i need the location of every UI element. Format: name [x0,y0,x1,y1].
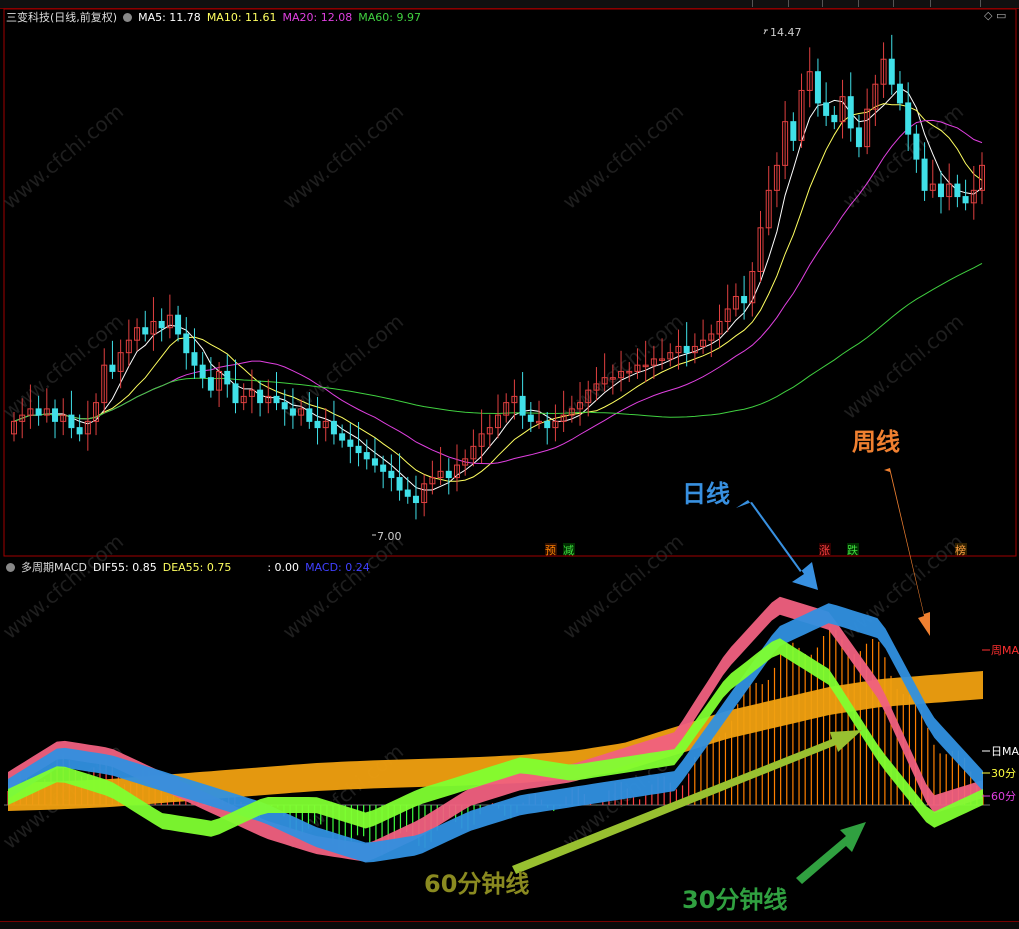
low-price-label: 7.00 [377,530,402,543]
candle-body [76,427,83,435]
candle-body [281,402,288,410]
candle-body [68,414,75,429]
macd-legend: 多周期MACD DIF55: 0.85 DEA55: 0.75 : 0.00 MACD:… [6,559,376,575]
candle-body [404,489,411,497]
daily-annotation: 日线 [682,480,730,508]
candle-body [823,102,830,116]
candle-body [519,395,526,416]
min30-annotation: 30分钟线 [682,886,787,914]
candle-body [790,121,797,141]
candle-body [831,114,838,123]
candle-body [339,433,346,441]
candle-body [905,102,912,135]
candle-body [888,58,895,85]
dea-value: DEA55: 0.75 [162,561,232,574]
label-daily-ma: 日MA [991,745,1019,758]
min30-arrow [796,822,866,884]
candle-body [527,414,534,422]
label-30min: 30分 [991,767,1016,780]
candle-body [289,408,296,416]
candle-body [962,196,969,204]
watermark-text: www.cfchi.com [0,309,128,424]
macd-title: 多周期MACD [21,561,87,574]
chart-window: www.cfchi.com www.cfchi.com www.cfchi.com w… [0,0,1019,929]
candle-body [207,377,214,391]
ma60-value: MA60: 9.97 [358,11,421,24]
candle-body [388,470,395,479]
marker-pre: 预 [545,544,556,557]
event-markers: 预 减 涨 跌 榜 [545,543,967,557]
macd-right-labels: 周MA 日MA 30分 60分 [982,644,1019,803]
candle-body [683,345,690,354]
candle-body [52,408,59,422]
min60-annotation: 60分钟线 [424,870,529,898]
candle-body [257,389,264,404]
label-weekly-ma: 周MA [991,644,1019,657]
candle-body [363,452,370,460]
candle-body [371,458,378,466]
candle-body [921,158,928,191]
candle-body [232,383,239,404]
candle-body [306,408,313,422]
high-price-label: 14.47 [770,26,802,39]
candle-body [35,408,42,416]
candle-body [896,83,903,104]
watermark-text: www.cfchi.com [838,309,968,424]
candle-body [355,445,362,454]
candle-body [183,333,190,354]
watermark-text: www.cfchi.com [278,99,408,214]
macd-value: MACD: 0.24 [305,561,370,574]
candle-body [314,420,321,429]
blank-value: : 0.00 [267,561,300,574]
stock-title: 三变科技(日线,前复权) [6,11,118,24]
candle-body [412,495,419,504]
candle-body [913,133,920,160]
candle-body [224,370,231,385]
candle-body [109,364,116,372]
ma10-value: MA10: 11.61 [206,11,277,24]
candle-body [142,327,149,335]
candle-body [396,477,403,491]
candle-body [544,420,551,429]
candle-body [855,127,862,148]
marker-up: 涨 [819,544,830,557]
watermark-text: www.cfchi.com [558,529,688,644]
ma20-value: MA20: 12.08 [282,11,353,24]
price-legend: 三变科技(日线,前复权) MA5: 11.78 MA10: 11.61 MA20: 1… [6,9,427,25]
candle-body [330,420,337,435]
watermark-text: www.cfchi.com [0,99,128,214]
candle-body [199,364,206,379]
candle-body [847,96,854,129]
candle-body [814,71,821,104]
watermark-text: www.cfchi.com [278,529,408,644]
marker-down: 跌 [847,543,858,557]
watermark-text: www.cfchi.com [558,99,688,214]
candle-body [273,395,280,404]
candle-body [191,352,198,366]
dif-value: DIF55: 0.85 [92,561,157,574]
watermark-text: www.cfchi.com [0,529,128,644]
settings-icon[interactable] [123,13,133,22]
macd-settings-icon[interactable] [6,563,15,572]
panel-toggle-icon[interactable]: ◇ ▭ [984,9,1006,22]
candle-body [741,295,748,304]
daily-arrow [736,500,818,590]
watermark-text: www.cfchi.com [278,309,408,424]
weekly-annotation: 周线 [852,428,900,456]
marker-list: 榜 [955,543,966,557]
marker-cut: 减 [563,544,574,557]
candle-body [158,320,165,329]
candle-body [937,183,944,198]
ma5-value: MA5: 11.78 [138,11,201,24]
label-60min: 60分 [991,790,1016,803]
candle-body [380,464,387,472]
candle-body [175,314,182,335]
candle-body [347,439,354,447]
candle-body [445,470,452,479]
candle-body [954,183,961,198]
chart-canvas: www.cfchi.com www.cfchi.com www.cfchi.com w… [0,8,1019,914]
